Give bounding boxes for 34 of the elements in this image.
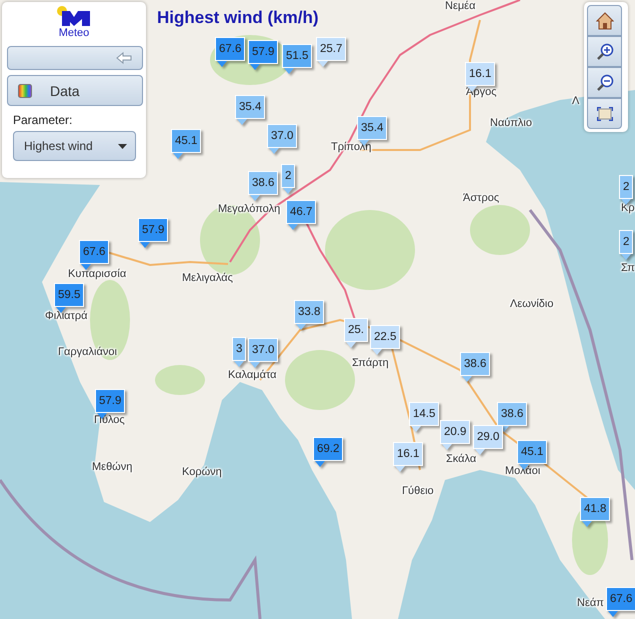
place-label: Μελιγαλάς [182, 272, 233, 284]
place-label: Φιλιατρά [45, 310, 88, 322]
color-palette-icon [18, 84, 32, 98]
parameter-dropdown[interactable]: Highest wind [13, 131, 136, 161]
place-label: Σπ [621, 262, 635, 274]
place-label: Ναύπλιο [490, 117, 532, 129]
zoom-in-button[interactable] [587, 36, 622, 67]
place-label: Νεμέα [445, 0, 476, 12]
parameter-label: Parameter: [13, 113, 74, 127]
home-button[interactable] [587, 5, 622, 36]
place-label: Άστρος [463, 192, 500, 204]
place-label: Σπάρτη [352, 357, 389, 369]
place-label: Σκάλα [446, 453, 476, 465]
zoom-out-icon [596, 74, 614, 92]
place-label: Νεάπ [577, 597, 604, 609]
place-label: Λεωνίδιο [510, 298, 554, 310]
place-label: Γύθειο [402, 485, 434, 497]
place-label: Κορώνη [182, 466, 222, 478]
caret-icon [118, 144, 127, 148]
place-label: Κρ [621, 202, 635, 214]
full-extent-icon [596, 106, 612, 120]
home-icon [596, 12, 614, 30]
data-button[interactable]: Data [7, 75, 143, 106]
logo-text: Meteo [58, 27, 90, 39]
place-label: Κυπαρισσία [68, 268, 126, 280]
place-label: Γαργαλιάνοι [58, 346, 117, 358]
zoom-in-icon [596, 42, 614, 60]
place-label: Λ [572, 95, 580, 107]
map-title: Highest wind (km/h) [157, 8, 318, 28]
full-extent-button[interactable] [587, 98, 622, 129]
logo-icon [56, 5, 92, 27]
zoom-out-button[interactable] [587, 67, 622, 98]
place-label: Μεθώνη [92, 461, 132, 473]
left-arrow-icon [116, 52, 132, 64]
